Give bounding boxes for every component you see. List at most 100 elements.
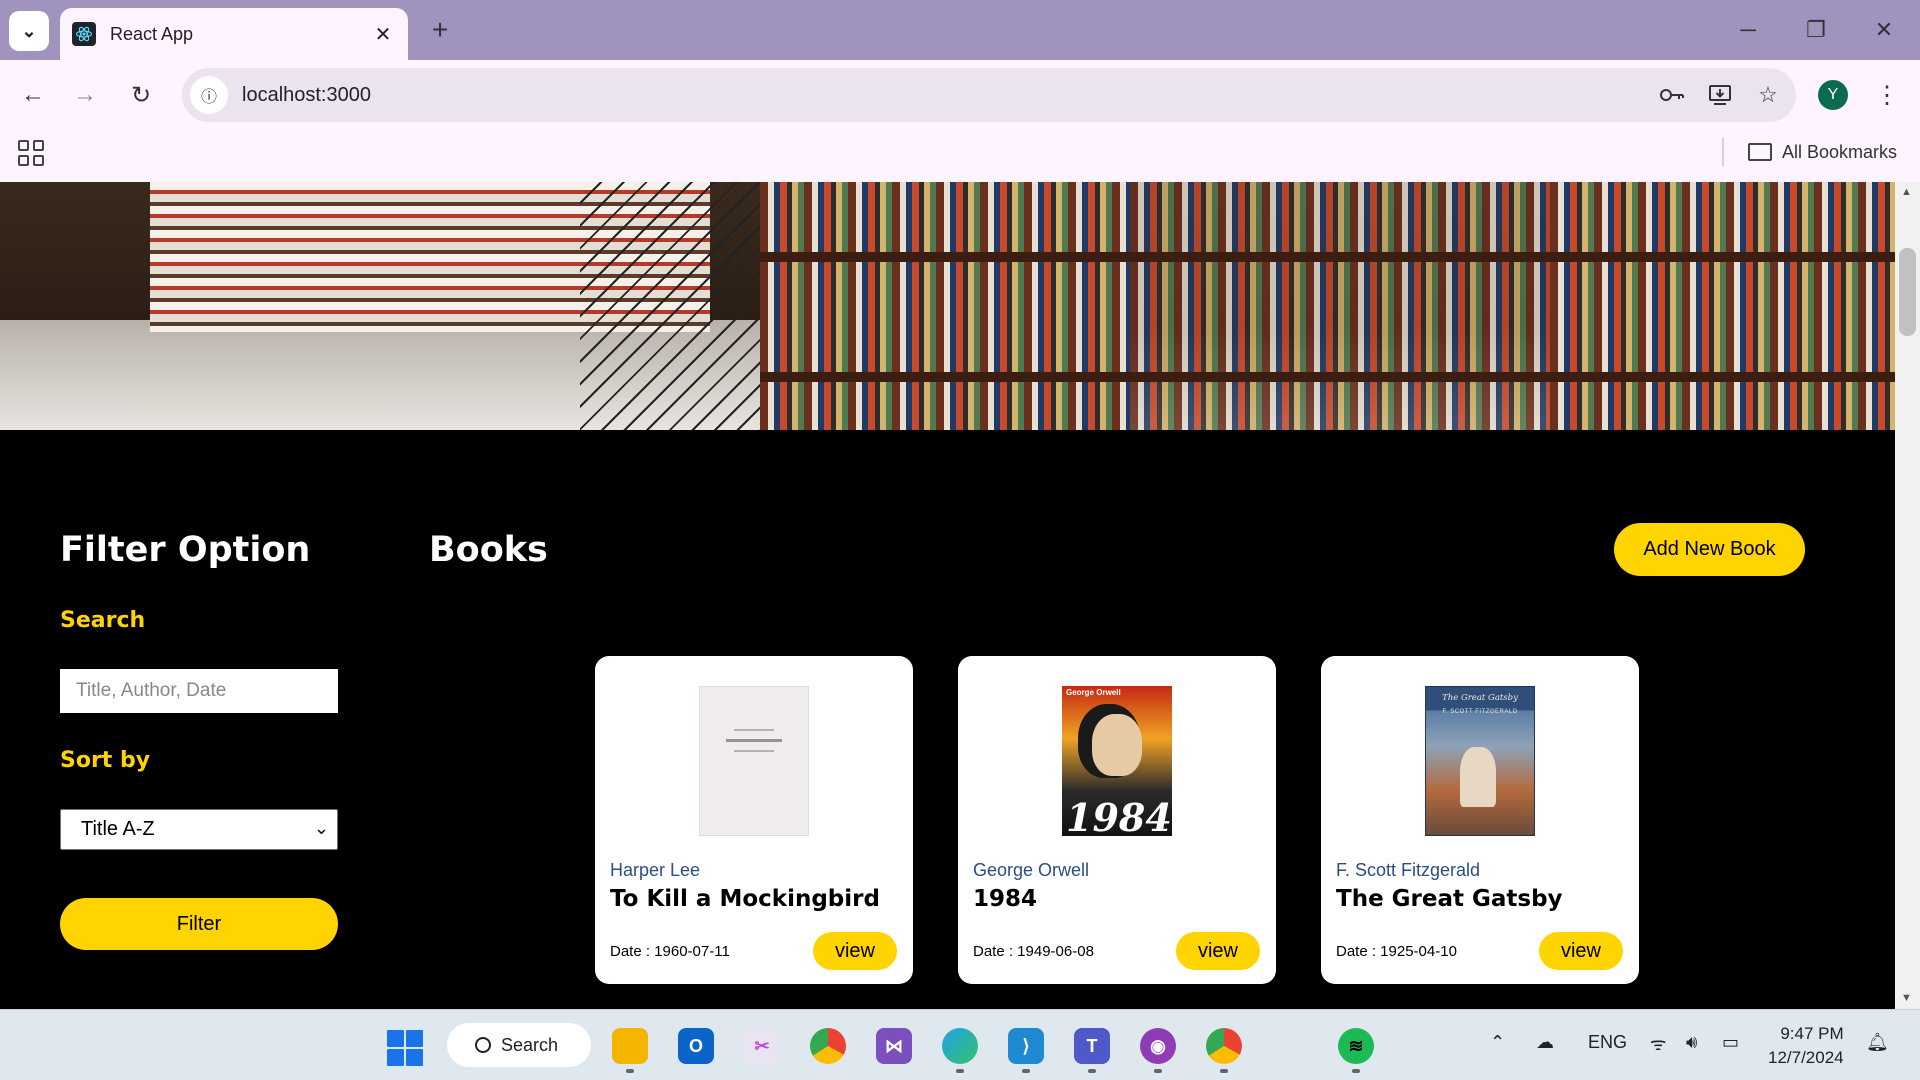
- show-hidden-icons-chevron-icon[interactable]: ⌃: [1490, 1032, 1505, 1053]
- bookmarks-divider: [1722, 138, 1724, 166]
- close-window-icon[interactable]: ✕: [1862, 10, 1906, 50]
- running-indicator: [1088, 1069, 1096, 1073]
- cover-author-text: F. SCOTT FITZGERALD: [1442, 709, 1518, 715]
- forward-arrow-icon[interactable]: →: [66, 76, 104, 114]
- cover-portrait: [1092, 714, 1142, 776]
- search-input[interactable]: [60, 669, 338, 713]
- browser-tab[interactable]: React App ✕: [60, 8, 408, 60]
- more-menu-icon[interactable]: ⋮: [1870, 76, 1904, 114]
- visual-studio-icon[interactable]: ⋈: [876, 1028, 912, 1064]
- volume-icon[interactable]: 🔊︎: [1686, 1032, 1697, 1053]
- password-key-icon[interactable]: [1652, 75, 1692, 115]
- windows-taskbar: Search O ✂ ⋈ ⟩ T ◉ ≋ ⌃ ☁ ENG ᯤ 🔊︎ ▭ 9:47…: [0, 1009, 1920, 1080]
- hero-shelf-middle: [1130, 182, 1550, 430]
- hero-magazine-rack: [580, 182, 760, 430]
- notifications-bell-icon[interactable]: 🔔︎: [1866, 1032, 1889, 1053]
- restore-icon[interactable]: ❐: [1794, 10, 1838, 50]
- book-title: The Great Gatsby: [1336, 886, 1563, 912]
- vscode-icon[interactable]: ⟩: [1008, 1028, 1044, 1064]
- book-author: Harper Lee: [610, 860, 701, 880]
- book-card: The Great Gatsby F. SCOTT FITZGERALD F. …: [1321, 656, 1639, 984]
- teams-icon[interactable]: T: [1074, 1028, 1110, 1064]
- clock-time: 9:47 PM: [1780, 1024, 1844, 1043]
- edge-icon[interactable]: [942, 1028, 978, 1064]
- scroll-thumb[interactable]: [1899, 248, 1916, 336]
- book-cover-image: [699, 686, 809, 836]
- url-text[interactable]: localhost:3000: [242, 84, 1652, 107]
- github-desktop-icon[interactable]: ◉: [1140, 1028, 1176, 1064]
- bookmarks-bar: All Bookmarks: [0, 130, 1920, 182]
- all-bookmarks-label: All Bookmarks: [1782, 141, 1898, 162]
- running-indicator: [1220, 1069, 1228, 1073]
- windows-start-icon[interactable]: [387, 1030, 423, 1066]
- taskbar-search-label: Search: [501, 1034, 559, 1055]
- address-bar[interactable]: ⓘ localhost:3000 ☆: [182, 68, 1796, 122]
- bookmark-star-icon[interactable]: ☆: [1748, 75, 1788, 115]
- back-arrow-icon[interactable]: ←: [14, 76, 52, 114]
- all-bookmarks-button[interactable]: All Bookmarks: [1748, 136, 1897, 168]
- new-tab-button[interactable]: +: [422, 12, 458, 48]
- page-scrollbar[interactable]: ▲ ▼: [1895, 182, 1920, 1009]
- book-author: F. Scott Fitzgerald: [1336, 860, 1481, 880]
- cover-title-text: The Great Gatsby: [1442, 693, 1518, 703]
- book-date: Date : 1960-07-11: [610, 943, 730, 960]
- apps-grid-icon[interactable]: [18, 140, 44, 166]
- book-date: Date : 1949-06-08: [973, 943, 1094, 960]
- close-tab-icon[interactable]: ✕: [368, 19, 398, 49]
- running-indicator: [626, 1069, 634, 1073]
- battery-icon[interactable]: ▭: [1722, 1032, 1739, 1053]
- chrome-profile-icon[interactable]: [1206, 1028, 1242, 1064]
- wifi-icon[interactable]: ᯤ: [1650, 1032, 1666, 1056]
- view-button[interactable]: view: [1176, 932, 1260, 970]
- taskbar-search[interactable]: Search: [447, 1023, 591, 1067]
- hero-shelf-left: [760, 182, 1130, 430]
- minimize-icon[interactable]: ─: [1726, 10, 1770, 50]
- site-info-icon[interactable]: ⓘ: [190, 76, 228, 114]
- language-indicator[interactable]: ENG: [1588, 1032, 1627, 1053]
- book-cover-image: George Orwell 1984: [1062, 686, 1172, 840]
- book-cover-image: The Great Gatsby F. SCOTT FITZGERALD: [1425, 686, 1535, 836]
- outlook-icon[interactable]: O: [678, 1028, 714, 1064]
- search-icon: [475, 1037, 491, 1053]
- file-explorer-icon[interactable]: [612, 1028, 648, 1064]
- page-viewport: Filter Option Books Add New Book Search …: [0, 182, 1895, 1009]
- cover-figure: [1460, 747, 1496, 807]
- scroll-down-icon[interactable]: ▼: [1901, 992, 1912, 1004]
- onedrive-cloud-icon[interactable]: ☁: [1536, 1032, 1554, 1053]
- clock-date: 12/7/2024: [1768, 1048, 1844, 1067]
- book-author: George Orwell: [973, 860, 1090, 880]
- cover-author-text: George Orwell: [1066, 688, 1121, 697]
- chevron-down-icon: ⌄: [21, 20, 37, 41]
- sort-selected-value: Title A-Z: [81, 818, 155, 840]
- folder-icon: [1748, 143, 1772, 161]
- book-card: Harper Lee To Kill a Mockingbird Date : …: [595, 656, 913, 984]
- running-indicator: [1022, 1069, 1030, 1073]
- install-app-icon[interactable]: [1700, 75, 1740, 115]
- hero-bookstore-image: [0, 182, 1895, 430]
- view-button[interactable]: view: [813, 932, 897, 970]
- profile-avatar[interactable]: Y: [1818, 80, 1848, 110]
- scroll-up-icon[interactable]: ▲: [1901, 186, 1912, 198]
- book-title: 1984: [973, 886, 1038, 912]
- chrome-icon[interactable]: [810, 1028, 846, 1064]
- book-date: Date : 1925-04-10: [1336, 943, 1457, 960]
- reload-icon[interactable]: ↻: [122, 76, 160, 114]
- view-button[interactable]: view: [1539, 932, 1623, 970]
- chevron-down-icon: ⌄: [313, 818, 329, 838]
- tab-title: React App: [110, 23, 194, 44]
- system-clock[interactable]: 9:47 PM 12/7/2024: [1768, 1022, 1844, 1070]
- browser-tab-strip: ⌄ React App ✕ + ─ ❐ ✕: [0, 0, 1920, 60]
- spotify-icon[interactable]: ≋: [1338, 1028, 1374, 1064]
- hero-shelf-board: [760, 372, 1895, 382]
- sort-select[interactable]: Title A-Z ⌄: [60, 809, 338, 850]
- snipping-tool-icon[interactable]: ✂: [744, 1028, 780, 1064]
- add-new-book-button[interactable]: Add New Book: [1614, 523, 1805, 576]
- book-title: To Kill a Mockingbird: [610, 886, 880, 912]
- filter-heading: Filter Option: [60, 530, 311, 570]
- hero-shelf-board: [760, 252, 1895, 262]
- filter-button[interactable]: Filter: [60, 898, 338, 950]
- browser-toolbar: ← → ↻ ⓘ localhost:3000 ☆ Y ⋮: [0, 60, 1920, 130]
- tab-search-button[interactable]: ⌄: [9, 11, 49, 51]
- running-indicator: [1352, 1069, 1360, 1073]
- search-label: Search: [60, 608, 146, 633]
